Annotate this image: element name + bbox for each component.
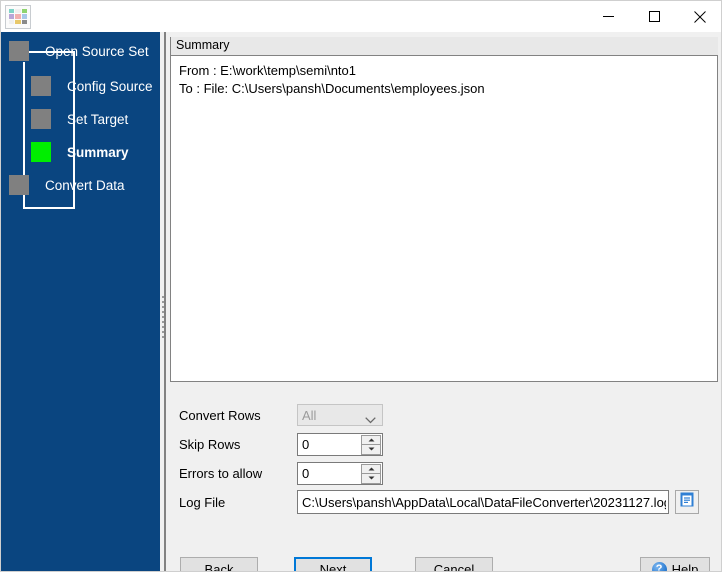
convert-rows-select[interactable]: All xyxy=(297,404,383,426)
converter-wizard-window: Open Source Set Config Source Set Target… xyxy=(0,0,722,572)
skip-rows-row: Skip Rows xyxy=(179,432,719,456)
file-document-icon xyxy=(680,492,695,513)
splitter-edge xyxy=(164,32,166,571)
step-marker xyxy=(31,109,51,129)
next-button[interactable]: Next xyxy=(294,557,372,571)
errors-to-allow-row: Errors to allow xyxy=(179,461,719,485)
help-button[interactable]: ? Help xyxy=(640,557,710,572)
minimize-button[interactable] xyxy=(585,2,631,32)
window-titlebar xyxy=(1,1,721,32)
summary-textarea[interactable]: From : E:\work\temp\semi\nto1 To : File:… xyxy=(170,55,718,382)
back-button[interactable]: Back xyxy=(180,557,258,571)
help-button-label: Help xyxy=(671,562,699,572)
log-file-row: Log File xyxy=(179,490,719,514)
app-icon xyxy=(5,4,31,29)
step-marker xyxy=(9,175,29,195)
sidebar-item-label: Convert Data xyxy=(45,177,125,193)
errors-stepper-buttons xyxy=(361,463,381,484)
sidebar-item-label: Config Source xyxy=(67,78,153,94)
question-mark-icon: ? xyxy=(651,562,667,571)
errors-to-allow-input[interactable] xyxy=(298,462,360,484)
convert-rows-label: Convert Rows xyxy=(179,407,261,423)
sidebar-splitter[interactable] xyxy=(160,32,166,571)
step-marker xyxy=(9,41,29,61)
convert-rows-combo-wrap[interactable]: All xyxy=(297,404,383,426)
dialog-button-bar: Back Next Cancel ? Help xyxy=(170,554,718,572)
sidebar-item-convert-data[interactable]: Convert Data xyxy=(9,175,125,195)
sidebar-item-label: Set Target xyxy=(67,111,129,127)
close-button[interactable] xyxy=(677,2,721,32)
step-marker xyxy=(31,76,51,96)
sidebar-item-config-source[interactable]: Config Source xyxy=(31,76,153,96)
summary-group-title: Summary xyxy=(170,37,718,55)
sidebar-item-label: Open Source Set xyxy=(45,43,149,59)
log-file-browse-button[interactable] xyxy=(675,490,699,514)
skip-rows-stepper-buttons xyxy=(361,434,381,455)
errors-decrement-button[interactable] xyxy=(361,473,381,484)
skip-rows-input[interactable] xyxy=(298,433,360,455)
sidebar-item-summary[interactable]: Summary xyxy=(31,142,129,162)
skip-rows-stepper[interactable] xyxy=(297,432,383,456)
convert-rows-row: Convert Rows All xyxy=(179,404,719,426)
summary-line-to: To : File: C:\Users\pansh\Documents\empl… xyxy=(179,81,485,96)
skip-rows-label: Skip Rows xyxy=(179,436,241,452)
cancel-button[interactable]: Cancel xyxy=(415,557,493,571)
log-file-input[interactable] xyxy=(297,490,669,514)
summary-line-from: From : E:\work\temp\semi\nto1 xyxy=(179,63,356,78)
errors-to-allow-label: Errors to allow xyxy=(179,465,263,481)
log-file-label: Log File xyxy=(179,494,226,510)
step-marker-active xyxy=(31,142,51,162)
sidebar-item-set-target[interactable]: Set Target xyxy=(31,109,128,129)
skip-rows-decrement-button[interactable] xyxy=(361,444,381,455)
data-table-icon xyxy=(9,9,27,24)
tree-connector-last xyxy=(23,207,75,209)
errors-to-allow-stepper[interactable] xyxy=(297,461,383,485)
sidebar-item-open-source-set[interactable]: Open Source Set xyxy=(9,41,149,61)
main-panel: Summary From : E:\work\temp\semi\nto1 To… xyxy=(167,32,721,572)
wizard-steps-sidebar: Open Source Set Config Source Set Target… xyxy=(1,32,160,571)
sidebar-item-label: Summary xyxy=(67,144,129,160)
maximize-button[interactable] xyxy=(631,2,677,32)
